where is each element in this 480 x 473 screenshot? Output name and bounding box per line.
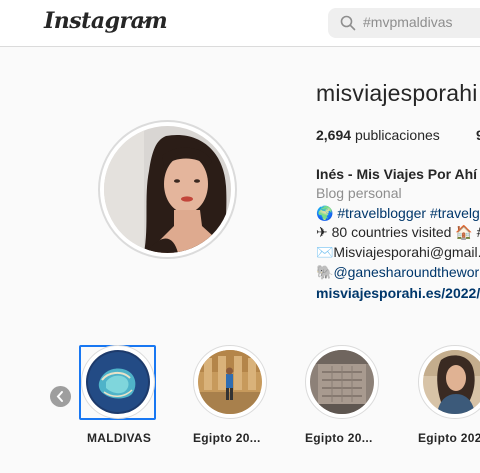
posts-count: 2,694 <box>316 127 352 143</box>
highlight-cover-ring <box>81 345 155 419</box>
bio-line-countries: ✈ 80 countries visited 🏠 # <box>316 224 480 240</box>
highlight-cover-ring <box>305 345 379 419</box>
highlight-cover-image <box>198 350 262 414</box>
highlight-label: Egipto 202 <box>418 431 480 445</box>
highlight-label: Egipto 20... <box>193 431 261 445</box>
chevron-down-icon[interactable] <box>137 14 151 28</box>
profile-username: misviajesporahi <box>316 80 478 106</box>
highlight-label: Egipto 20... <box>305 431 373 445</box>
search-input-value: #mvpmaldivas <box>363 14 453 30</box>
elephant-emoji: 🐘 <box>316 264 334 280</box>
posts-label: publicaciones <box>354 127 440 143</box>
highlight-cover-image <box>310 350 374 414</box>
avatar[interactable] <box>104 126 231 253</box>
profile-category: Blog personal <box>316 185 402 201</box>
highlight-item[interactable]: Egipto 20... <box>305 345 385 445</box>
highlight-item[interactable]: MALDIVAS <box>81 345 161 445</box>
bio-mention-link[interactable]: @ganesharoundtheworld <box>333 264 480 280</box>
profile-website-link[interactable]: misviajesporahi.es/2022/0 <box>316 285 480 301</box>
highlight-item[interactable]: Egipto 202 <box>418 345 480 445</box>
followers-count[interactable]: 9 <box>476 127 480 143</box>
highlight-cover-image <box>423 350 480 414</box>
top-navigation-bar: Instagram #mvpmaldivas <box>0 0 480 47</box>
chevron-left-icon <box>56 391 63 402</box>
posts-stat: 2,694 publicaciones <box>316 127 440 143</box>
avatar-photo <box>104 126 231 253</box>
highlight-cover-ring <box>193 345 267 419</box>
bio-hashtags-link[interactable]: #travelblogger #travelgu <box>337 205 480 221</box>
highlight-cover-image <box>86 350 150 414</box>
highlights-prev-button[interactable] <box>50 386 71 407</box>
bio-line-mention: 🐘@ganesharoundtheworld <box>316 264 480 281</box>
search-icon <box>340 15 356 31</box>
bio-line-email: ✉️Misviajesporahi@gmail.c <box>316 244 480 260</box>
highlight-cover-ring <box>418 345 480 419</box>
highlight-label: MALDIVAS <box>87 431 152 445</box>
bio-line-hashtags: 🌍 #travelblogger #travelgu <box>316 205 480 222</box>
profile-display-name: Inés - Mis Viajes Por Ahí <box>316 166 478 182</box>
globe-emoji: 🌍 <box>316 205 334 221</box>
highlight-item[interactable]: Egipto 20... <box>193 345 273 445</box>
